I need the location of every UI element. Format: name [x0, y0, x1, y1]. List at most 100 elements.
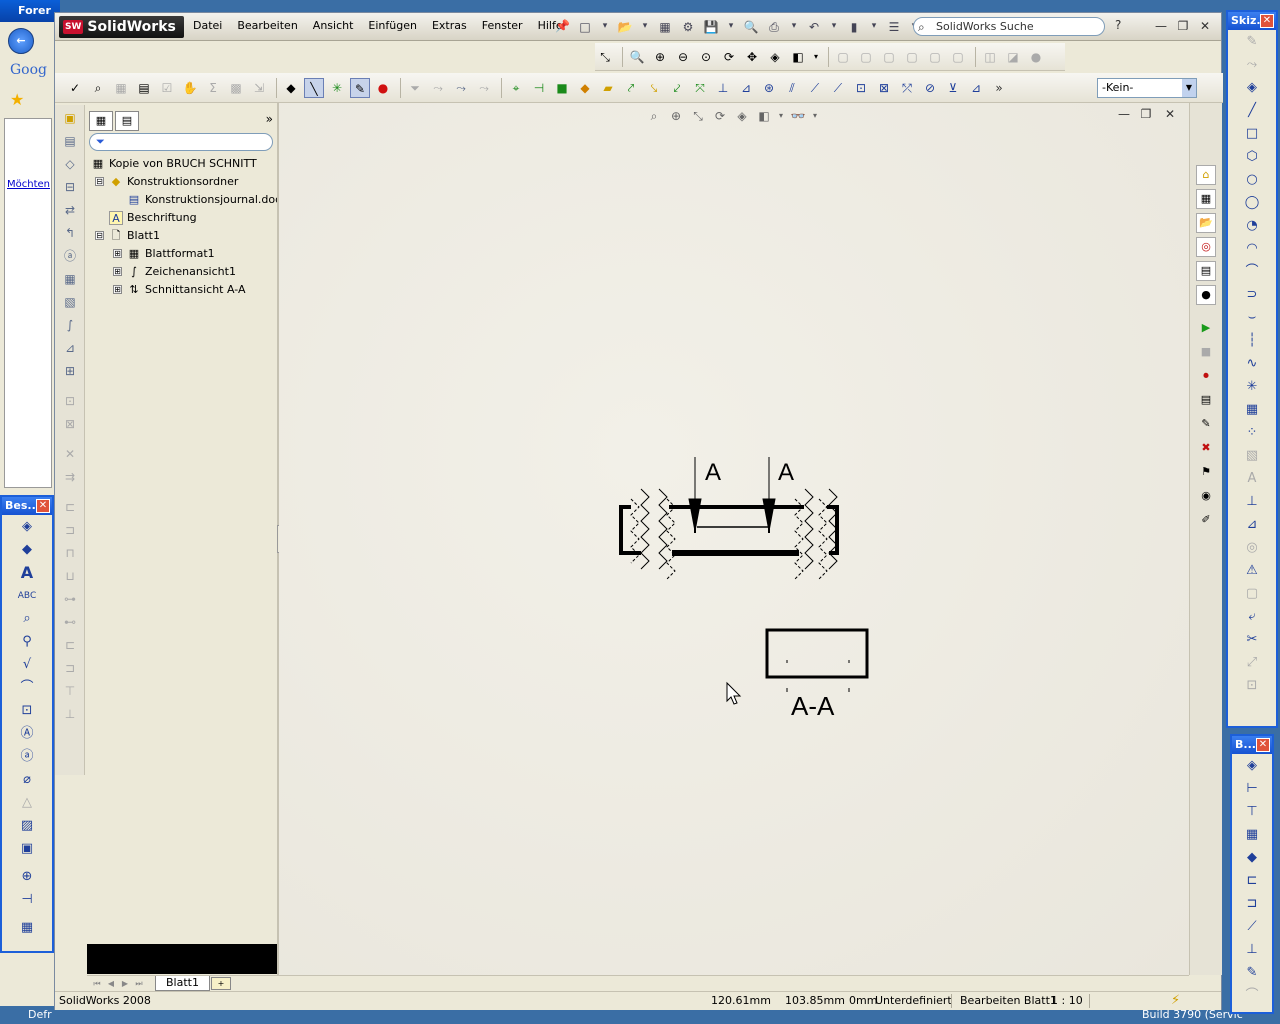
relation-8-icon[interactable]: ⤦: [667, 78, 687, 98]
hand-tool-icon[interactable]: ✋: [180, 78, 200, 98]
broken-view[interactable]: [619, 488, 839, 580]
section-view-icon[interactable]: ◫: [980, 47, 1000, 67]
chevron-down-icon[interactable]: ▼: [1182, 79, 1196, 97]
macro-edit-2-icon[interactable]: ✐: [1196, 511, 1216, 531]
close-icon[interactable]: ✕: [1197, 18, 1213, 34]
relation-17-icon[interactable]: ⊠: [874, 78, 894, 98]
line-tool-icon[interactable]: ╲: [304, 77, 324, 98]
macro-run-icon[interactable]: ▶: [1196, 319, 1216, 339]
filter-faces-icon[interactable]: ⤳: [451, 78, 471, 98]
align-tool-12-icon[interactable]: ⊐: [60, 658, 80, 678]
relation-5-icon[interactable]: ▰: [598, 78, 618, 98]
weld-symbol-icon[interactable]: ⌒: [16, 677, 38, 699]
standard-views-icon[interactable]: ▦: [60, 269, 80, 289]
three-point-arc-icon[interactable]: ⌒: [1241, 261, 1263, 283]
sketch-tool-icon[interactable]: ✎: [350, 77, 370, 98]
find-replace-icon[interactable]: ⌕: [88, 78, 108, 98]
table-icon[interactable]: ▦: [16, 917, 38, 939]
search-results-icon[interactable]: ◎: [1196, 237, 1216, 257]
detail-circle-icon[interactable]: ⓐ: [60, 246, 80, 266]
center-mark-icon[interactable]: ⊕: [16, 866, 38, 888]
centerline-icon[interactable]: ⊣: [16, 889, 38, 911]
tangent-arc-icon[interactable]: ◠: [1241, 238, 1263, 260]
align-tool-11-icon[interactable]: ⊏: [60, 635, 80, 655]
search-icon[interactable]: ⌕: [918, 19, 925, 36]
new-dropdown-icon[interactable]: ▾: [598, 17, 612, 33]
tab-feature-tree-icon[interactable]: ▦: [89, 111, 113, 131]
datum-feature-icon[interactable]: Ⓐ: [16, 723, 38, 745]
text-sketch-icon[interactable]: A: [1241, 468, 1263, 490]
macro-options-icon[interactable]: ◉: [1196, 487, 1216, 507]
save-dropdown-icon[interactable]: ▾: [724, 17, 738, 33]
model-view-icon[interactable]: ▣: [60, 108, 80, 128]
revision-symbol-icon[interactable]: △: [16, 792, 38, 814]
minimize-icon[interactable]: —: [1153, 18, 1169, 34]
view-right-icon[interactable]: ▢: [902, 47, 922, 67]
point-icon[interactable]: ✳: [1241, 376, 1263, 398]
datum-target-icon[interactable]: ⓐ: [16, 746, 38, 768]
menu-einfuegen[interactable]: Einfügen: [368, 19, 417, 32]
table-tool-icon[interactable]: ▦: [111, 78, 131, 98]
expand-icon[interactable]: ⊞: [113, 267, 122, 276]
note-tool-icon[interactable]: ▤: [134, 78, 154, 98]
break-view-icon[interactable]: ∫: [60, 315, 80, 335]
traffic-dropdown-icon[interactable]: ▾: [867, 17, 881, 33]
zoom-in-out-icon[interactable]: ⊖: [673, 47, 693, 67]
relation-15-icon[interactable]: ⟋: [828, 78, 848, 98]
view-left-icon[interactable]: ▢: [879, 47, 899, 67]
relation-16-icon[interactable]: ⊡: [851, 78, 871, 98]
view-back-icon[interactable]: ▢: [856, 47, 876, 67]
rectangle-icon[interactable]: □: [1241, 123, 1263, 145]
circle-icon[interactable]: ○: [1241, 169, 1263, 191]
projected-view-icon[interactable]: ▤: [60, 131, 80, 151]
align-tool-icon[interactable]: ⊡: [60, 391, 80, 411]
toolbar-overflow-chevron-icon[interactable]: »: [989, 78, 1009, 98]
horizontal-ordinate-icon[interactable]: ⊏: [1241, 870, 1263, 892]
taskbar-item[interactable]: Defr: [28, 1008, 52, 1021]
mirror-icon[interactable]: ▧: [1241, 445, 1263, 467]
macro-custom-icon[interactable]: ⚑: [1196, 463, 1216, 483]
balloon-icon[interactable]: ⚲: [16, 631, 38, 653]
spell-checker-icon[interactable]: ABC: [16, 585, 38, 607]
record-icon[interactable]: ●: [373, 78, 393, 98]
smart-dimension-icon[interactable]: ◆: [281, 78, 301, 98]
display-dropdown-icon[interactable]: ▾: [811, 47, 821, 67]
view-top-icon[interactable]: ▢: [925, 47, 945, 67]
last-sheet-icon[interactable]: ⏭: [133, 978, 145, 990]
align-tool-6-icon[interactable]: ⊐: [60, 520, 80, 540]
tree-filter-input[interactable]: ⏷: [89, 133, 273, 151]
hole-callout-icon[interactable]: ⌀: [16, 769, 38, 791]
relation-21-icon[interactable]: ⊿: [966, 78, 986, 98]
align-tool-9-icon[interactable]: ⊶: [60, 589, 80, 609]
relation-11-icon[interactable]: ⊿: [736, 78, 756, 98]
smart-dim-sketch-icon[interactable]: ◈: [1241, 77, 1263, 99]
perimeter-circle-icon[interactable]: ◯: [1241, 192, 1263, 214]
close-icon[interactable]: ✕: [36, 499, 50, 513]
filter-vertices-icon[interactable]: ⤳: [474, 78, 494, 98]
display-style-icon[interactable]: ◧: [788, 47, 808, 67]
browser-title[interactable]: Forer: [0, 0, 60, 22]
relation-2-icon[interactable]: ⊣: [529, 78, 549, 98]
display-relations-icon[interactable]: ⊿: [1241, 514, 1263, 536]
grid-pattern-icon[interactable]: ▦: [1241, 399, 1263, 421]
layer-select[interactable]: -Kein- ▼: [1097, 78, 1197, 98]
ordinate-dimension-icon[interactable]: ◆: [1241, 847, 1263, 869]
extend-icon[interactable]: ⤢: [1241, 652, 1263, 674]
align-tool-8-icon[interactable]: ⊔: [60, 566, 80, 586]
horizontal-dimension-icon[interactable]: ⊢: [1241, 778, 1263, 800]
relation-6-icon[interactable]: ⤤: [621, 78, 641, 98]
tab-property-manager-icon[interactable]: ▤: [115, 111, 139, 131]
design-library-icon[interactable]: ▦: [1196, 189, 1216, 209]
menu-ansicht[interactable]: Ansicht: [313, 19, 354, 32]
menu-pin-icon[interactable]: 📌: [555, 19, 570, 33]
section-view-label[interactable]: A-A: [791, 691, 835, 721]
relation-3-icon[interactable]: ■: [552, 78, 572, 98]
3d-sketch-icon[interactable]: ⤳: [1241, 54, 1263, 76]
baseline-dimension-icon[interactable]: ▦: [1241, 824, 1263, 846]
relation-10-icon[interactable]: ⊥: [713, 78, 733, 98]
undo-dropdown-icon[interactable]: ▾: [827, 17, 841, 33]
grid-tool-icon[interactable]: ▩: [226, 78, 246, 98]
new-document-icon[interactable]: □: [575, 17, 595, 37]
print-preview-icon[interactable]: 🔍: [741, 17, 761, 37]
close-icon[interactable]: ✕: [1256, 738, 1270, 752]
